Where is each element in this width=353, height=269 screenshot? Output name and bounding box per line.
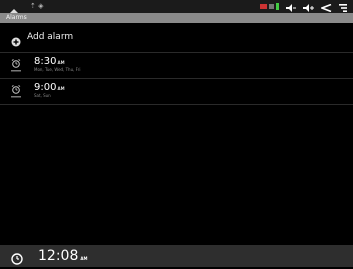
alarm-days: Mon, Tue, Wed, Thu, Fri — [34, 67, 81, 72]
alarm-days: Sat, Sun — [34, 93, 51, 98]
current-time: 12:08 AM — [38, 248, 87, 267]
alarm-item-1[interactable]: 9:00AM Sat, Sun — [0, 79, 353, 104]
alarm-ampm: AM — [57, 86, 65, 91]
title-bar: Alarms — [0, 13, 353, 23]
system-icons — [260, 1, 347, 13]
add-alarm-row[interactable]: Add alarm — [0, 23, 353, 52]
alarm-item-0[interactable]: 8:30AM Mon, Tue, Wed, Thu, Fri — [0, 53, 353, 78]
signal-icon — [260, 3, 279, 10]
status-bar: ⇡ ◈ — [0, 0, 353, 17]
notification-icon: ⇡ ◈ — [30, 2, 44, 10]
alarm-ampm: AM — [57, 60, 65, 65]
alarm-time-value: 9:00 — [34, 82, 57, 93]
alarm-clock-icon[interactable] — [11, 83, 21, 98]
current-time-value: 12:08 — [38, 248, 79, 264]
clock-bar: 12:08 AM — [0, 245, 353, 267]
add-icon — [11, 32, 21, 47]
alarm-list: Add alarm 8:30AM Mon, Tue, Wed, Thu, Fri — [0, 23, 353, 105]
battery-icon — [276, 3, 279, 10]
clock-icon[interactable] — [11, 250, 23, 269]
alarm-time-value: 8:30 — [34, 56, 57, 67]
divider — [0, 104, 353, 105]
alarm-clock-icon[interactable] — [11, 57, 21, 72]
page-title: Alarms — [6, 14, 27, 21]
add-alarm-label: Add alarm — [27, 32, 74, 42]
current-time-ampm: AM — [80, 256, 88, 261]
